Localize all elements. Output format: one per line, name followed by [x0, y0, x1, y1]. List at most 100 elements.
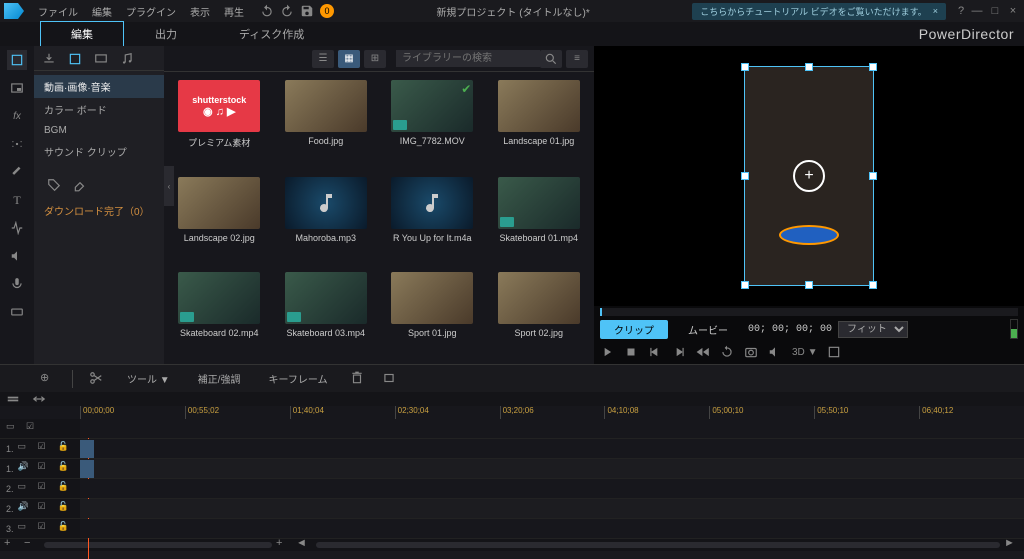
media-tab-icon[interactable]: [68, 52, 86, 68]
correction-button[interactable]: 補正/強調: [192, 369, 247, 388]
audio-room-icon[interactable]: [7, 246, 27, 266]
library-menu-icon[interactable]: ≡: [566, 50, 588, 68]
notification-badge[interactable]: 0: [320, 4, 334, 18]
track-type-icon[interactable]: ▭: [18, 441, 34, 457]
marker-icon[interactable]: ⊕: [40, 371, 56, 387]
eraser-icon[interactable]: [70, 175, 90, 195]
track-lock-icon[interactable]: 🔓: [58, 521, 74, 537]
menu-edit[interactable]: 編集: [86, 1, 118, 22]
add-track-icon[interactable]: +: [4, 537, 20, 553]
track-lock-icon[interactable]: 🔓: [58, 481, 74, 497]
tutorial-notice[interactable]: こちらからチュートリアル ビデオをご覧いただけます。 ×: [692, 3, 946, 20]
delete-icon[interactable]: [350, 371, 366, 387]
view-grid-icon[interactable]: ▦: [338, 50, 360, 68]
transition-room-icon[interactable]: [7, 218, 27, 238]
tab-output[interactable]: 出力: [124, 21, 208, 47]
stop-button[interactable]: [624, 345, 638, 359]
menu-view[interactable]: 表示: [184, 1, 216, 22]
track-content[interactable]: [80, 459, 1024, 478]
track-visible-icon[interactable]: ☑: [38, 521, 54, 537]
scroll-left-icon[interactable]: ◄: [296, 537, 312, 553]
track-lock-icon[interactable]: 🔓: [58, 441, 74, 457]
track-visible-icon[interactable]: ☑: [38, 461, 54, 477]
scroll-right-icon[interactable]: ►: [1004, 537, 1020, 553]
timeline-clip[interactable]: [80, 460, 94, 478]
library-item[interactable]: Landscape 01.jpg: [492, 80, 587, 167]
sidebar-download[interactable]: ダウンロード完了（0）: [34, 199, 164, 222]
cut-icon[interactable]: [89, 371, 105, 387]
notice-close-icon[interactable]: ×: [933, 6, 938, 16]
menu-play[interactable]: 再生: [218, 1, 250, 22]
library-item[interactable]: Food.jpg: [279, 80, 374, 167]
track-lock-icon[interactable]: 🔓: [58, 461, 74, 477]
track-visible-icon[interactable]: ☑: [38, 501, 54, 517]
particle-room-icon[interactable]: [7, 134, 27, 154]
zoom-out-icon[interactable]: −: [24, 537, 40, 553]
library-item[interactable]: Skateboard 03.mp4: [279, 272, 374, 356]
track-type-icon[interactable]: 🔊: [18, 501, 34, 517]
library-item[interactable]: Sport 02.jpg: [492, 272, 587, 356]
track-type-icon[interactable]: ▭: [18, 521, 34, 537]
next-frame-button[interactable]: [672, 345, 686, 359]
sidebar-bgm[interactable]: BGM: [34, 121, 164, 140]
preview-scrubber[interactable]: [600, 308, 1018, 316]
track-content[interactable]: [80, 439, 1024, 458]
undo-icon[interactable]: [260, 4, 274, 18]
tool-dropdown[interactable]: ツール ▼: [121, 369, 176, 388]
timeline-scrollbar[interactable]: [44, 542, 272, 548]
track-content[interactable]: [80, 419, 1024, 438]
sidebar-soundclip[interactable]: サウンド クリップ: [34, 140, 164, 163]
library-search-input[interactable]: [396, 50, 540, 67]
timeline-h-scrollbar[interactable]: [316, 542, 1000, 548]
zoom-in-icon[interactable]: +: [276, 537, 292, 553]
search-icon[interactable]: [540, 50, 562, 68]
collapse-handle[interactable]: ‹: [164, 166, 174, 206]
popout-button[interactable]: [827, 345, 841, 359]
fit-select[interactable]: フィット: [838, 321, 908, 338]
3d-toggle[interactable]: 3D ▼: [792, 347, 817, 358]
prev-frame-button[interactable]: [648, 345, 662, 359]
display-tab-icon[interactable]: [94, 52, 112, 68]
library-item[interactable]: ✔IMG_7782.MOV: [385, 80, 480, 167]
sidebar-colorboard[interactable]: カラー ボード: [34, 98, 164, 121]
tab-edit[interactable]: 編集: [40, 21, 124, 47]
import-icon[interactable]: [42, 52, 60, 68]
menu-file[interactable]: ファイル: [32, 1, 84, 22]
track-content[interactable]: [80, 499, 1024, 518]
menu-plugin[interactable]: プラグイン: [120, 1, 182, 22]
save-icon[interactable]: [300, 4, 314, 18]
minimize-button[interactable]: —: [970, 4, 984, 18]
rewind-button[interactable]: [696, 345, 710, 359]
tab-disc[interactable]: ディスク作成: [208, 21, 335, 47]
more-icon[interactable]: [382, 371, 398, 387]
loop-button[interactable]: [720, 345, 734, 359]
volume-button[interactable]: [768, 345, 782, 359]
voiceover-icon[interactable]: [7, 274, 27, 294]
library-item[interactable]: R You Up for It.m4a: [385, 177, 480, 261]
redo-icon[interactable]: [280, 4, 294, 18]
track-lock-icon[interactable]: 🔓: [58, 501, 74, 517]
library-item[interactable]: Sport 01.jpg: [385, 272, 480, 356]
view-detail-icon[interactable]: ⊞: [364, 50, 386, 68]
track-video-icon[interactable]: ▭: [6, 421, 22, 437]
track-visible-icon[interactable]: ☑: [38, 441, 54, 457]
track-content[interactable]: [80, 519, 1024, 538]
library-item[interactable]: Skateboard 02.mp4: [172, 272, 267, 356]
title-room-icon[interactable]: T: [7, 190, 27, 210]
media-room-icon[interactable]: [7, 50, 27, 70]
library-item[interactable]: Skateboard 01.mp4: [492, 177, 587, 261]
view-list-icon[interactable]: ☰: [312, 50, 334, 68]
track-visible-icon[interactable]: ☑: [38, 481, 54, 497]
track-type-icon[interactable]: ▭: [18, 481, 34, 497]
track-content[interactable]: [80, 479, 1024, 498]
clip-mode-button[interactable]: クリップ: [600, 320, 668, 339]
tag-icon[interactable]: [44, 175, 64, 195]
close-button[interactable]: ×: [1006, 4, 1020, 18]
help-icon[interactable]: ?: [954, 4, 968, 18]
audio-tab-icon[interactable]: [120, 52, 138, 68]
timeline-ruler[interactable]: 00;00;0000;55;0201;40;0402;30;0403;20;06…: [0, 406, 1024, 419]
fx-room-icon[interactable]: fx: [7, 106, 27, 126]
preview-viewport[interactable]: +: [594, 46, 1024, 306]
snapshot-button[interactable]: [744, 345, 758, 359]
keyframe-button[interactable]: キーフレーム: [262, 369, 333, 388]
